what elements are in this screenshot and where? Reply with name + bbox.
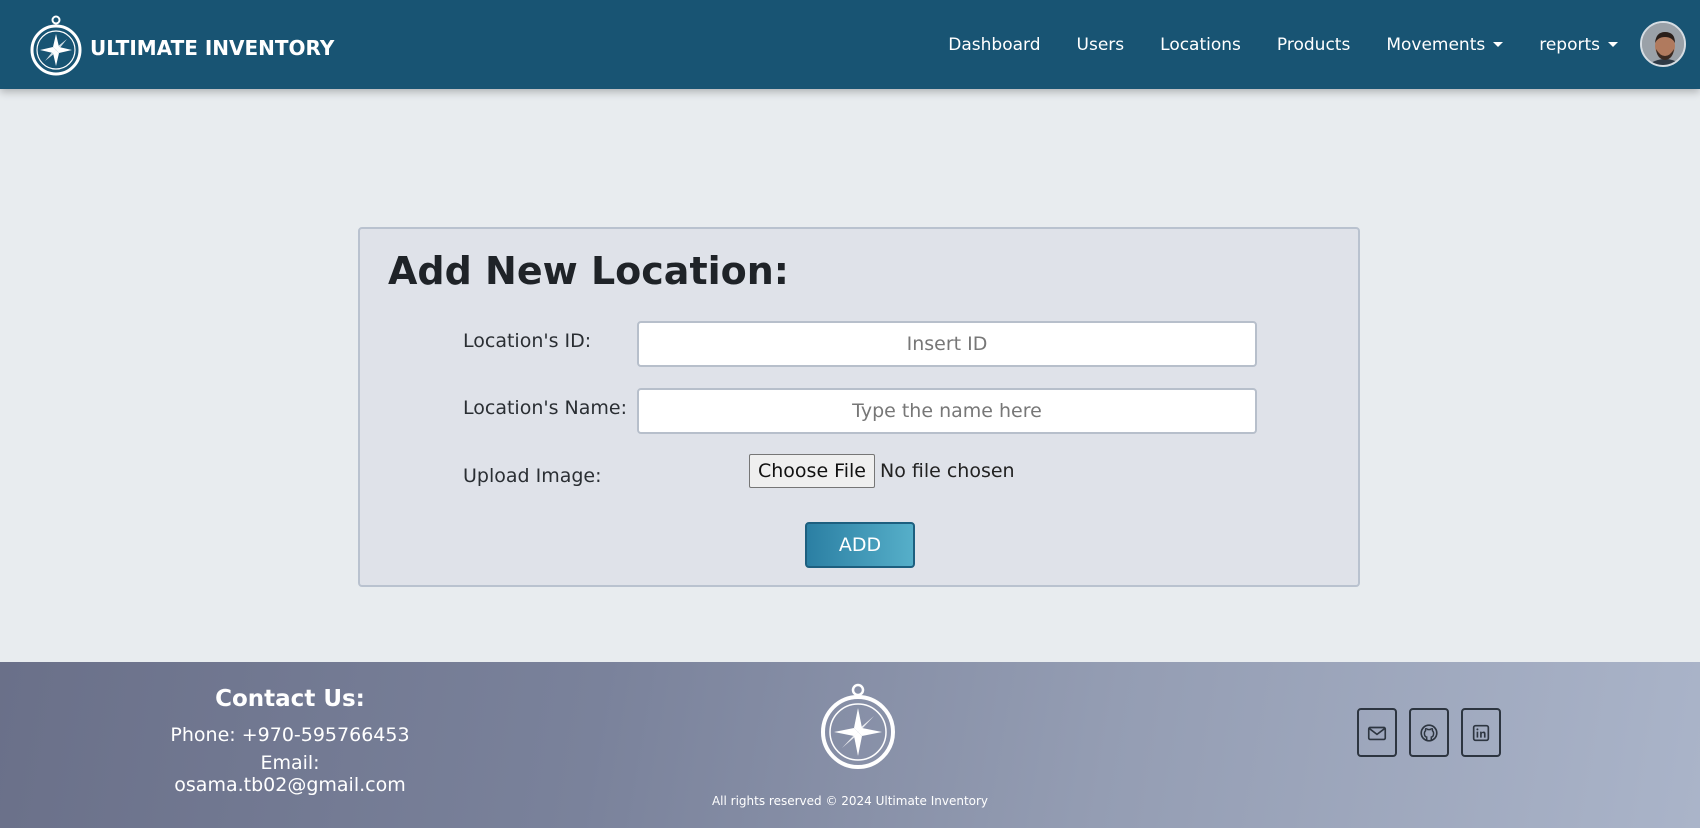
nav-movements-dropdown[interactable]: Movements [1386, 34, 1504, 55]
location-id-label: Location's ID: [463, 330, 592, 352]
caret-down-icon [1608, 42, 1618, 47]
compass-icon [30, 15, 82, 76]
location-id-input[interactable] [637, 321, 1257, 367]
contact-title: Contact Us: [215, 686, 365, 712]
github-icon [1420, 723, 1438, 742]
nav-reports-dropdown[interactable]: reports [1539, 35, 1618, 55]
nav-movements-label: Movements [1386, 34, 1486, 55]
contact-email[interactable]: Email: osama.tb02@gmail.com [145, 752, 435, 796]
mail-icon [1367, 726, 1387, 740]
brand[interactable]: ULTIMATE INVENTORY [30, 14, 334, 76]
upload-image-label: Upload Image: [463, 465, 602, 487]
compass-icon [821, 683, 895, 769]
linkedin-link[interactable] [1461, 708, 1501, 757]
social-links [1357, 708, 1513, 757]
form-title: Add New Location: [388, 249, 789, 293]
contact-phone: Phone: +970-595766453 [170, 724, 410, 746]
file-upload: Choose File No file chosen [749, 454, 1015, 488]
copyright: All rights reserved © 2024 Ultimate Inve… [711, 794, 989, 808]
contact-section: Contact Us: Phone: +970-595766453 Email:… [145, 686, 435, 802]
file-status: No file chosen [879, 460, 1015, 482]
nav-reports-label: reports [1539, 34, 1600, 55]
nav-products[interactable]: Products [1277, 35, 1350, 55]
footer: Contact Us: Phone: +970-595766453 Email:… [0, 662, 1700, 828]
caret-down-icon [1493, 42, 1504, 47]
nav-dashboard[interactable]: Dashboard [948, 35, 1040, 55]
nav-locations[interactable]: Locations [1160, 35, 1241, 55]
navbar: ULTIMATE INVENTORY Dashboard Users Locat… [0, 0, 1700, 89]
github-link[interactable] [1409, 708, 1449, 757]
nav-users[interactable]: Users [1077, 35, 1125, 55]
avatar-image [1642, 23, 1684, 65]
location-name-label: Location's Name: [463, 397, 627, 419]
nav-links: Dashboard Users Locations Products Movem… [948, 0, 1618, 89]
brand-name: ULTIMATE INVENTORY [90, 36, 335, 60]
add-location-card: Add New Location: Location's ID: Locatio… [358, 227, 1360, 587]
location-name-input[interactable] [637, 388, 1257, 434]
linkedin-icon [1472, 724, 1490, 741]
email-link[interactable] [1357, 708, 1397, 757]
add-button[interactable]: ADD [805, 522, 915, 568]
choose-file-button[interactable]: Choose File [749, 454, 875, 488]
user-avatar[interactable] [1640, 21, 1686, 67]
